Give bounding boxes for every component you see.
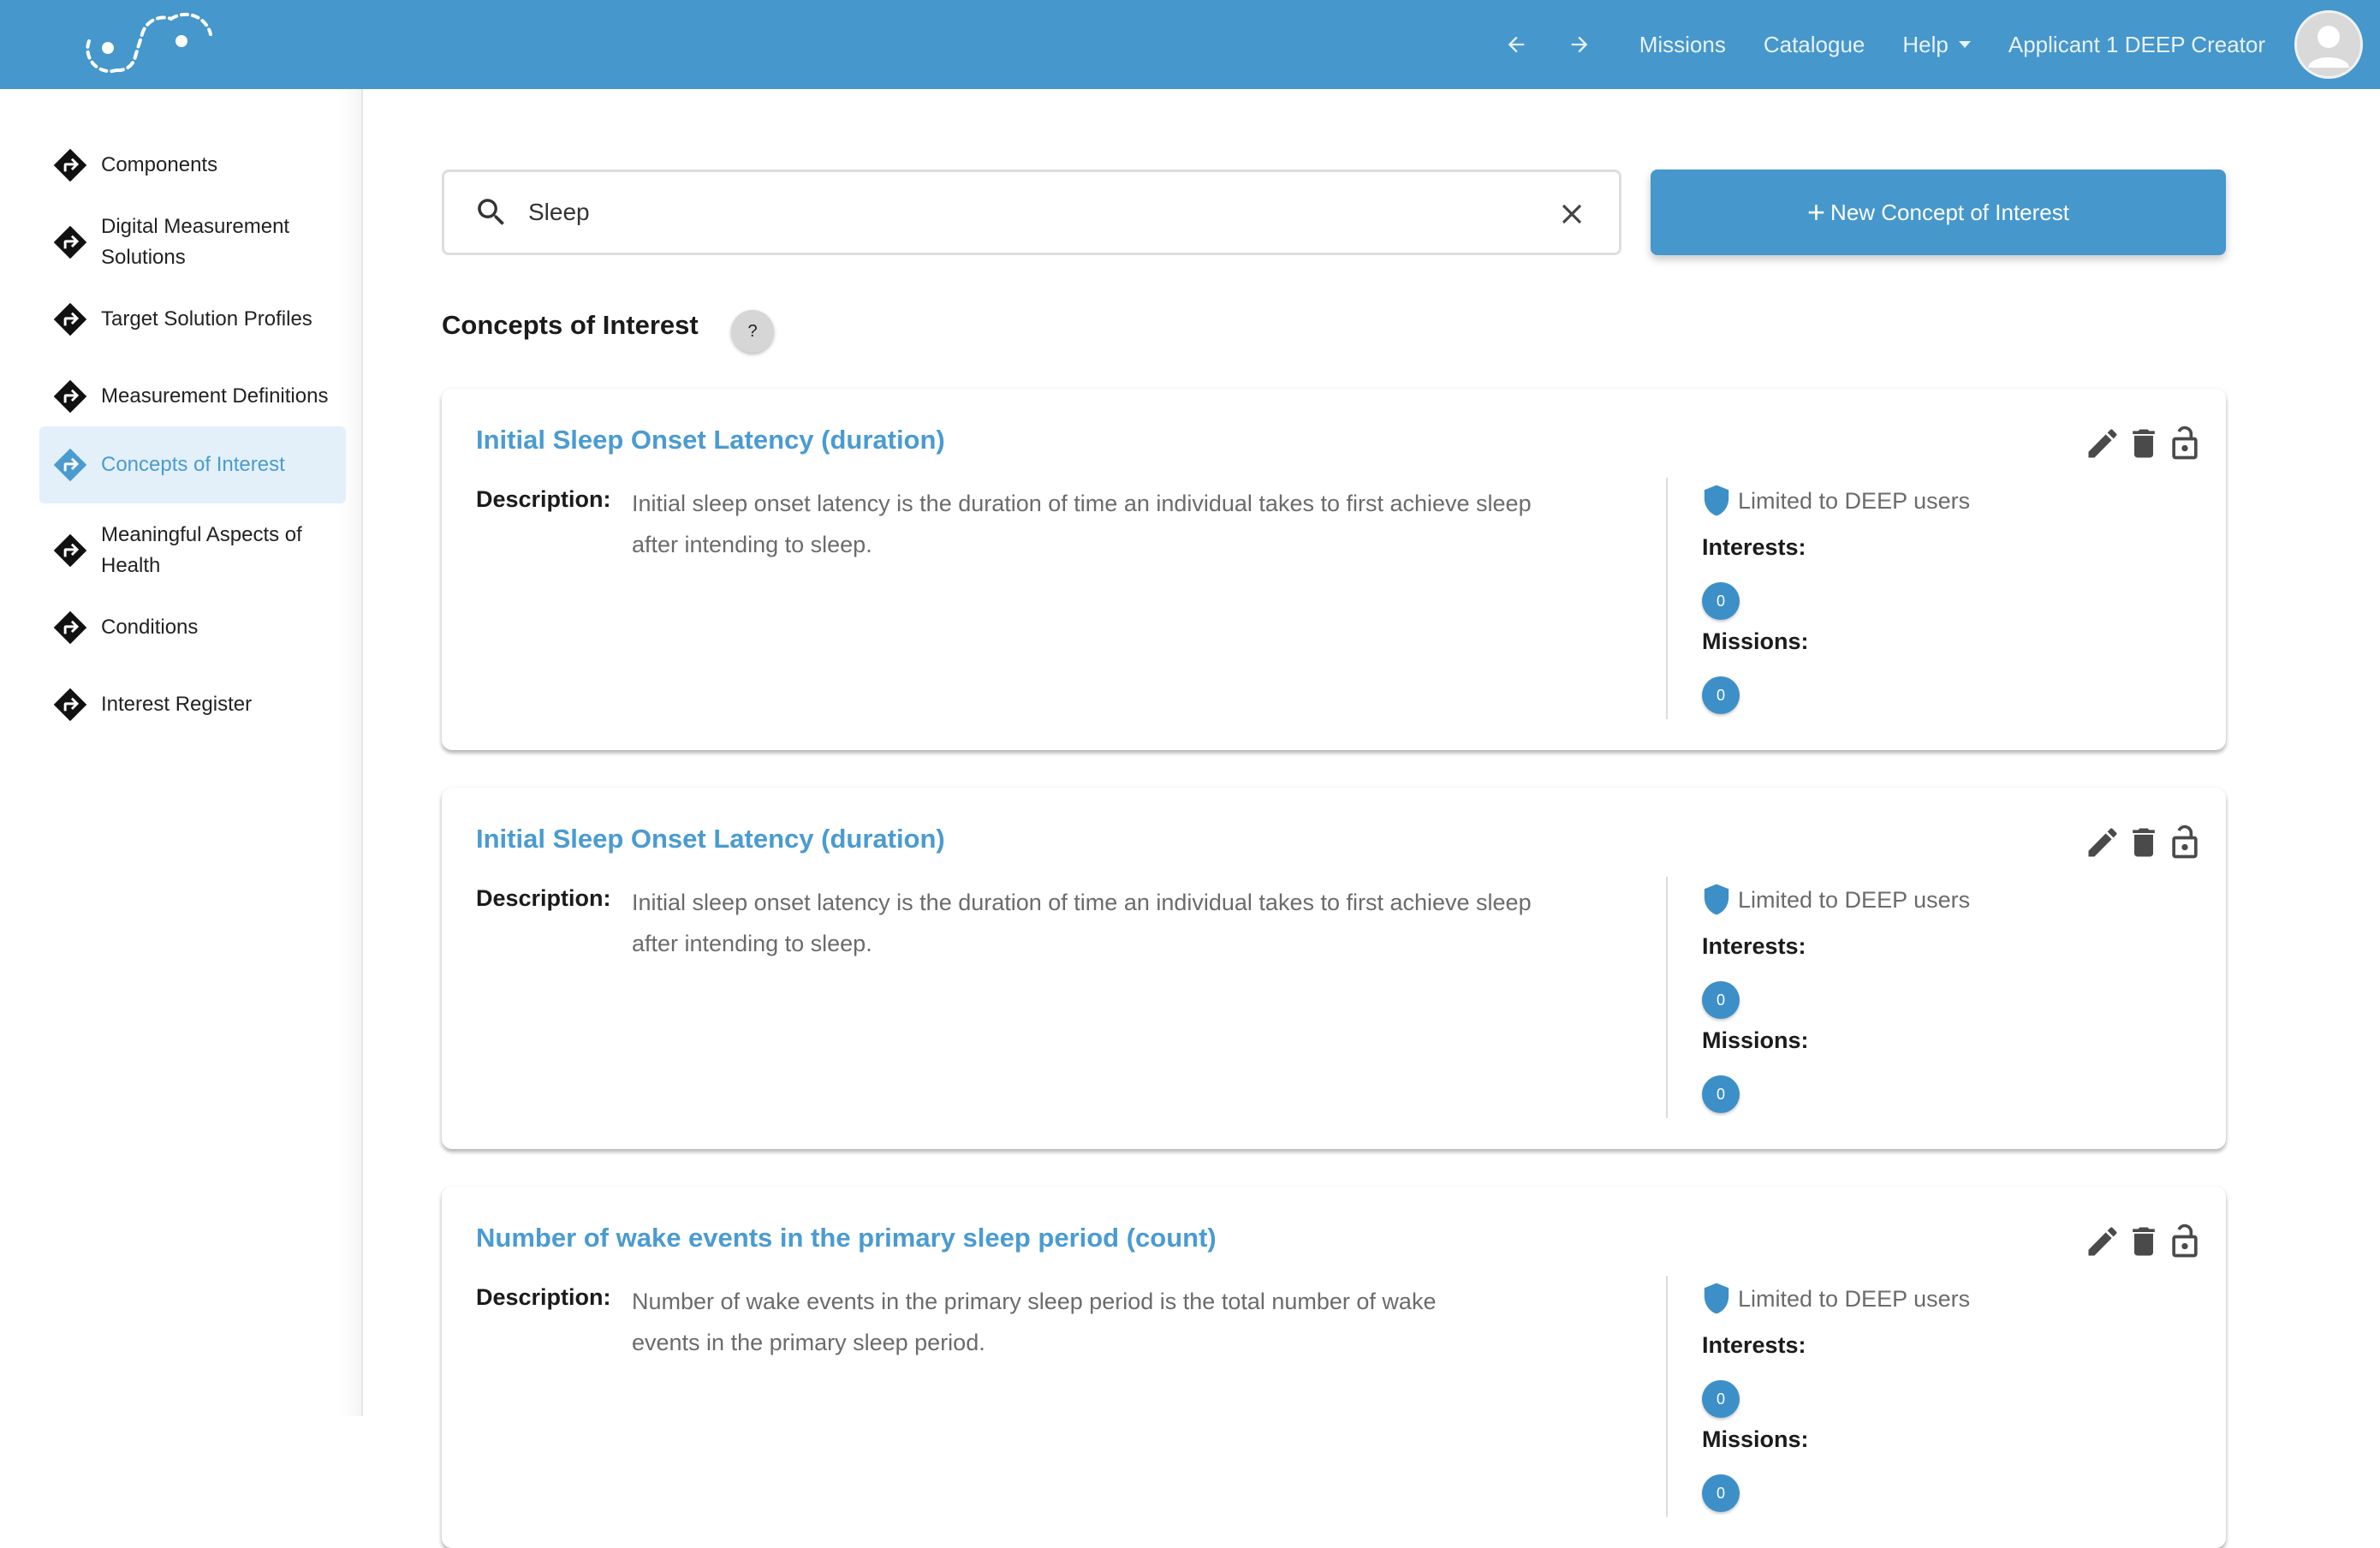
user-name[interactable]: Applicant 1 DEEP Creator bbox=[2008, 32, 2265, 58]
search-input[interactable] bbox=[528, 199, 1504, 226]
delete-icon[interactable] bbox=[2125, 425, 2163, 462]
lock-open-icon[interactable] bbox=[2166, 1223, 2204, 1260]
card-divider bbox=[1666, 478, 1668, 719]
sidebar-item-digital-measurement-solutions[interactable]: Digital Measurement Solutions bbox=[39, 204, 346, 281]
new-concept-label: New Concept of Interest bbox=[1830, 199, 2069, 225]
directions-diamond-icon bbox=[53, 610, 87, 645]
sidebar-item-measurement-definitions[interactable]: Measurement Definitions bbox=[39, 358, 346, 435]
nav-missions[interactable]: Missions bbox=[1639, 32, 1726, 58]
interests-label: Interests: bbox=[1702, 534, 1806, 560]
concept-card: Initial Sleep Onset Latency (duration) D… bbox=[442, 389, 2226, 750]
sidebar-item-interest-register[interactable]: Interest Register bbox=[39, 666, 346, 743]
access-label: Limited to DEEP users bbox=[1738, 1285, 1971, 1312]
sidebar-item-label: Digital Measurement Solutions bbox=[101, 215, 290, 269]
concept-card: Number of wake events in the primary sle… bbox=[442, 1187, 2226, 1548]
sidebar-item-concepts-of-interest[interactable]: Concepts of Interest bbox=[39, 426, 346, 503]
top-navbar: Missions Catalogue Help Applicant 1 DEEP… bbox=[0, 0, 2380, 89]
card-divider bbox=[1666, 1276, 1668, 1517]
access-status: Limited to DEEP users bbox=[1702, 483, 1970, 519]
lock-open-icon[interactable] bbox=[2166, 425, 2204, 462]
search-box bbox=[442, 170, 1621, 255]
search-icon bbox=[478, 199, 504, 225]
sidebar-item-label: Components bbox=[101, 153, 218, 176]
directions-diamond-icon bbox=[53, 379, 87, 414]
description-label: Description: bbox=[476, 486, 611, 512]
edit-icon[interactable] bbox=[2084, 824, 2121, 861]
concept-title-link[interactable]: Initial Sleep Onset Latency (duration) bbox=[476, 824, 945, 854]
description-text: Initial sleep onset latency is the durat… bbox=[632, 890, 1532, 956]
directions-diamond-icon bbox=[53, 302, 87, 336]
concept-card: Initial Sleep Onset Latency (duration) D… bbox=[442, 788, 2226, 1149]
caret-down-icon bbox=[1958, 41, 1971, 48]
directions-diamond-icon bbox=[53, 688, 87, 722]
description-label: Description: bbox=[476, 885, 611, 911]
nav-help-label: Help bbox=[1902, 31, 1949, 57]
sidebar-item-meaningful-aspects-of-health[interactable]: Meaningful Aspects of Health bbox=[39, 512, 346, 589]
directions-diamond-icon bbox=[53, 225, 87, 259]
sidebar: Components Digital Measurement Solutions… bbox=[0, 89, 363, 1416]
nav-help-dropdown[interactable]: Help bbox=[1902, 31, 1971, 58]
shield-icon bbox=[1704, 1283, 1729, 1314]
avatar[interactable] bbox=[2294, 10, 2363, 79]
sidebar-item-label: Target Solution Profiles bbox=[101, 307, 312, 330]
missions-count-badge[interactable]: 0 bbox=[1702, 1474, 1740, 1512]
sidebar-item-label: Conditions bbox=[101, 616, 199, 639]
user-avatar-icon bbox=[2308, 26, 2349, 68]
missions-label: Missions: bbox=[1702, 1027, 1809, 1053]
interests-count-badge[interactable]: 0 bbox=[1702, 1380, 1740, 1418]
back-button[interactable] bbox=[1494, 22, 1538, 67]
edit-icon[interactable] bbox=[2084, 425, 2121, 462]
sidebar-item-label: Measurement Definitions bbox=[101, 384, 329, 408]
delete-icon[interactable] bbox=[2125, 824, 2163, 861]
card-divider bbox=[1666, 877, 1668, 1118]
sidebar-item-conditions[interactable]: Conditions bbox=[39, 589, 346, 666]
help-button[interactable]: ? bbox=[731, 310, 774, 353]
sidebar-item-label: Meaningful Aspects of Health bbox=[101, 523, 302, 577]
access-label: Limited to DEEP users bbox=[1738, 886, 1971, 913]
missions-count-badge[interactable]: 0 bbox=[1702, 676, 1740, 714]
missions-label: Missions: bbox=[1702, 628, 1809, 654]
access-status: Limited to DEEP users bbox=[1702, 882, 1970, 918]
description-label: Description: bbox=[476, 1284, 611, 1310]
directions-diamond-icon bbox=[53, 448, 87, 482]
interests-count-badge[interactable]: 0 bbox=[1702, 582, 1740, 620]
sidebar-item-components[interactable]: Components bbox=[39, 127, 346, 204]
directions-diamond-icon bbox=[53, 533, 87, 568]
sidebar-item-target-solution-profiles[interactable]: Target Solution Profiles bbox=[39, 281, 346, 358]
access-label: Limited to DEEP users bbox=[1738, 487, 1971, 514]
description-text: Number of wake events in the primary sle… bbox=[632, 1289, 1437, 1355]
delete-icon[interactable] bbox=[2125, 1223, 2163, 1260]
interests-label: Interests: bbox=[1702, 1332, 1806, 1358]
interests-label: Interests: bbox=[1702, 933, 1806, 959]
concept-title-link[interactable]: Number of wake events in the primary sle… bbox=[476, 1223, 1217, 1253]
page-title: Concepts of Interest bbox=[442, 310, 699, 340]
sidebar-item-label: Concepts of Interest bbox=[101, 453, 285, 476]
directions-diamond-icon bbox=[53, 148, 87, 182]
shield-icon bbox=[1704, 884, 1729, 915]
lock-open-icon[interactable] bbox=[2166, 824, 2204, 861]
new-concept-button[interactable]: + New Concept of Interest bbox=[1651, 170, 2226, 255]
arrow-right-icon bbox=[1571, 36, 1588, 53]
missions-label: Missions: bbox=[1702, 1426, 1809, 1452]
forward-button[interactable] bbox=[1557, 22, 1602, 67]
edit-icon[interactable] bbox=[2084, 1223, 2121, 1260]
missions-count-badge[interactable]: 0 bbox=[1702, 1075, 1740, 1113]
shield-icon bbox=[1704, 485, 1729, 516]
concept-title-link[interactable]: Initial Sleep Onset Latency (duration) bbox=[476, 425, 945, 455]
plus-icon: + bbox=[1807, 194, 1826, 229]
app-logo[interactable] bbox=[82, 5, 219, 84]
nav-catalogue[interactable]: Catalogue bbox=[1764, 32, 1865, 58]
clear-search-icon[interactable] bbox=[1556, 198, 1588, 230]
arrow-left-icon bbox=[1508, 36, 1525, 53]
interests-count-badge[interactable]: 0 bbox=[1702, 981, 1740, 1019]
access-status: Limited to DEEP users bbox=[1702, 1281, 1970, 1317]
description-text: Initial sleep onset latency is the durat… bbox=[632, 491, 1532, 557]
sidebar-item-label: Interest Register bbox=[101, 693, 253, 716]
